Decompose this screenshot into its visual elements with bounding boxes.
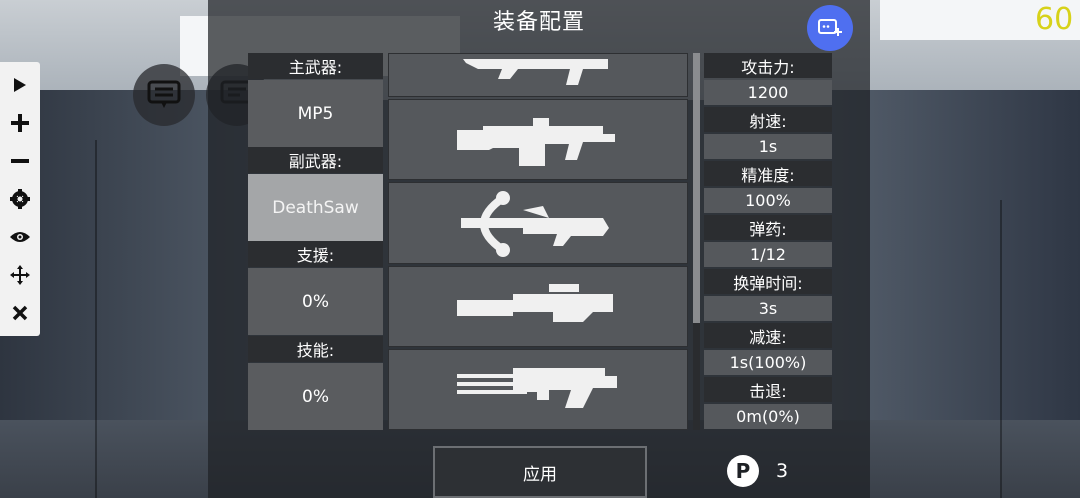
move-icon[interactable] [6,261,34,289]
secondary-weapon-slot[interactable]: DeathSaw [248,174,383,241]
points-icon: P [727,455,759,487]
stat-reload-value: 3s [704,296,832,321]
stat-fire-rate-value: 1s [704,134,832,159]
message-plus-icon [818,19,842,36]
stat-slow-label: 减速: [704,323,832,348]
weapon-option[interactable] [388,182,688,264]
weapon-list-scroll-thumb[interactable] [693,53,700,323]
stat-fire-rate-label: 射速: [704,107,832,132]
play-icon[interactable] [6,71,34,99]
fps-counter: 60 [1035,2,1074,37]
crossbow-icon [461,191,609,257]
plus-icon[interactable] [6,109,34,137]
minus-icon[interactable] [6,147,34,175]
stat-attack-label: 攻击力: [704,53,832,78]
primary-weapon-label: 主武器: [248,53,383,79]
chat-bubble-icon[interactable] [133,64,195,126]
gear-icon[interactable] [6,185,34,213]
dialog-title: 装备配置 [492,10,585,35]
stat-ammo-value: 1/12 [704,242,832,267]
stat-knockback-label: 击退: [704,377,832,402]
support-label: 支援: [248,241,383,267]
stat-accuracy-value: 100% [704,188,832,213]
stat-accuracy-label: 精准度: [704,161,832,186]
primary-weapon-slot[interactable]: MP5 [248,80,383,147]
tool-sidebar [0,62,40,336]
secondary-weapon-label: 副武器: [248,147,383,173]
stat-slow-value: 1s(100%) [704,350,832,375]
skill-label: 技能: [248,336,383,362]
points-count: 3 [776,460,789,482]
stat-reload-label: 换弹时间: [704,269,832,294]
stat-ammo-label: 弹药: [704,215,832,240]
wall-seam [1000,200,1002,498]
support-slot[interactable]: 0% [248,268,383,335]
rifle-icon [463,59,608,85]
weapon-option[interactable] [388,99,688,180]
sniper-rifle-icon [457,283,613,322]
skill-slot[interactable]: 0% [248,363,383,430]
apply-button[interactable]: 应用 [433,446,647,498]
wall-seam [95,140,97,498]
add-chat-button[interactable] [807,5,853,51]
weapon-option[interactable] [388,266,688,347]
minigun-icon [457,367,617,408]
weapon-option[interactable] [388,53,688,97]
eye-icon[interactable] [6,223,34,251]
stat-attack-value: 1200 [704,80,832,105]
stat-knockback-value: 0m(0%) [704,404,832,429]
heavy-machine-gun-icon [457,117,615,166]
weapon-option[interactable] [388,349,688,430]
close-icon[interactable] [6,299,34,327]
